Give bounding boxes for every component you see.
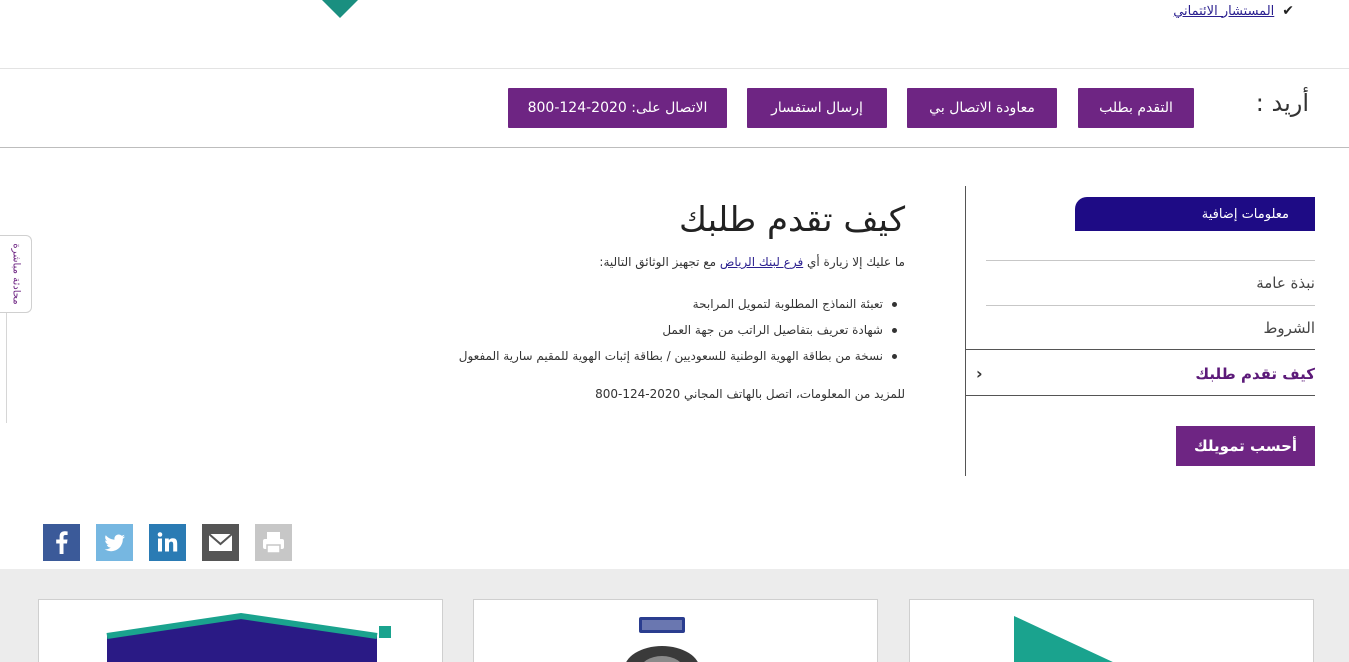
divider: [6, 313, 7, 423]
play-shape-icon: [1014, 616, 1113, 662]
want-label: أريد :: [1255, 89, 1309, 117]
panel-header: معلومات إضافية: [1075, 197, 1315, 231]
more-info-text: للمزيد من المعلومات، اتصل بالهاتف المجان…: [595, 387, 905, 401]
intro-before: ما عليك إلا زيارة أي: [803, 255, 905, 269]
promo-card-play[interactable]: [909, 599, 1314, 662]
branch-link[interactable]: فرع لبنك الرياض: [720, 255, 803, 269]
email-icon[interactable]: [202, 524, 239, 561]
divider: [986, 305, 1315, 306]
list-item: نسخة من بطاقة الهوية الوطنية للسعوديين /…: [380, 343, 901, 369]
panel-item-overview[interactable]: نبذة عامة: [986, 274, 1315, 292]
check-icon: ✔: [1282, 3, 1294, 19]
page-title: كيف تقدم طلبك: [678, 200, 905, 240]
list-item: شهادة تعريف بتفاصيل الراتب من جهة العمل: [380, 317, 901, 343]
divider: [966, 395, 1315, 396]
share-bar: [43, 524, 292, 561]
print-icon[interactable]: [255, 524, 292, 561]
chevron-left-icon: ‹: [976, 364, 983, 383]
apply-button[interactable]: التقدم بطلب: [1078, 88, 1194, 128]
call-button[interactable]: الاتصال على: 2020-124-800: [508, 88, 727, 128]
facebook-icon[interactable]: [43, 524, 80, 561]
promo-card-car[interactable]: [473, 599, 878, 662]
live-chat-tab[interactable]: محادثة مباشرة: [0, 235, 32, 313]
documents-list: تعبئة النماذج المطلوبة لتمويل المرابحة ش…: [380, 291, 905, 369]
intro-after: مع تجهيز الوثائق التالية:: [599, 255, 720, 269]
send-inquiry-button[interactable]: إرسال استفسار: [747, 88, 887, 128]
list-item: تعبئة النماذج المطلوبة لتمويل المرابحة: [380, 291, 901, 317]
divider: [986, 260, 1315, 261]
twitter-icon[interactable]: [96, 524, 133, 561]
panel-active-label: كيف تقدم طلبك: [1195, 364, 1315, 383]
panel-item-terms[interactable]: الشروط: [986, 319, 1315, 337]
top-nav-item[interactable]: ✔ المستشار الائتماني: [1173, 3, 1294, 19]
car-tire-icon: [626, 617, 698, 662]
side-panel: معلومات إضافية نبذة عامة الشروط كيف تقدم…: [965, 186, 1315, 476]
brand-logo-icon[interactable]: [300, 0, 380, 18]
callback-button[interactable]: معاودة الاتصال بي: [907, 88, 1057, 128]
promo-card-home[interactable]: [38, 599, 443, 662]
main-content: كيف تقدم طلبك ما عليك إلا زيارة أي فرع ل…: [380, 195, 905, 401]
live-chat-label: محادثة مباشرة: [10, 243, 21, 305]
credit-advisor-link[interactable]: المستشار الائتماني: [1173, 4, 1274, 19]
house-roof-icon: [106, 612, 391, 662]
linkedin-icon[interactable]: [149, 524, 186, 561]
calculate-finance-button[interactable]: أحسب تمويلك: [1176, 426, 1315, 466]
panel-item-how-to-apply[interactable]: كيف تقدم طلبك ‹: [976, 364, 1315, 383]
promo-section: [0, 569, 1349, 662]
intro-text: ما عليك إلا زيارة أي فرع لبنك الرياض مع …: [380, 253, 905, 271]
action-bar: أريد : التقدم بطلب معاودة الاتصال بي إرس…: [0, 69, 1349, 148]
divider: [966, 349, 1315, 350]
